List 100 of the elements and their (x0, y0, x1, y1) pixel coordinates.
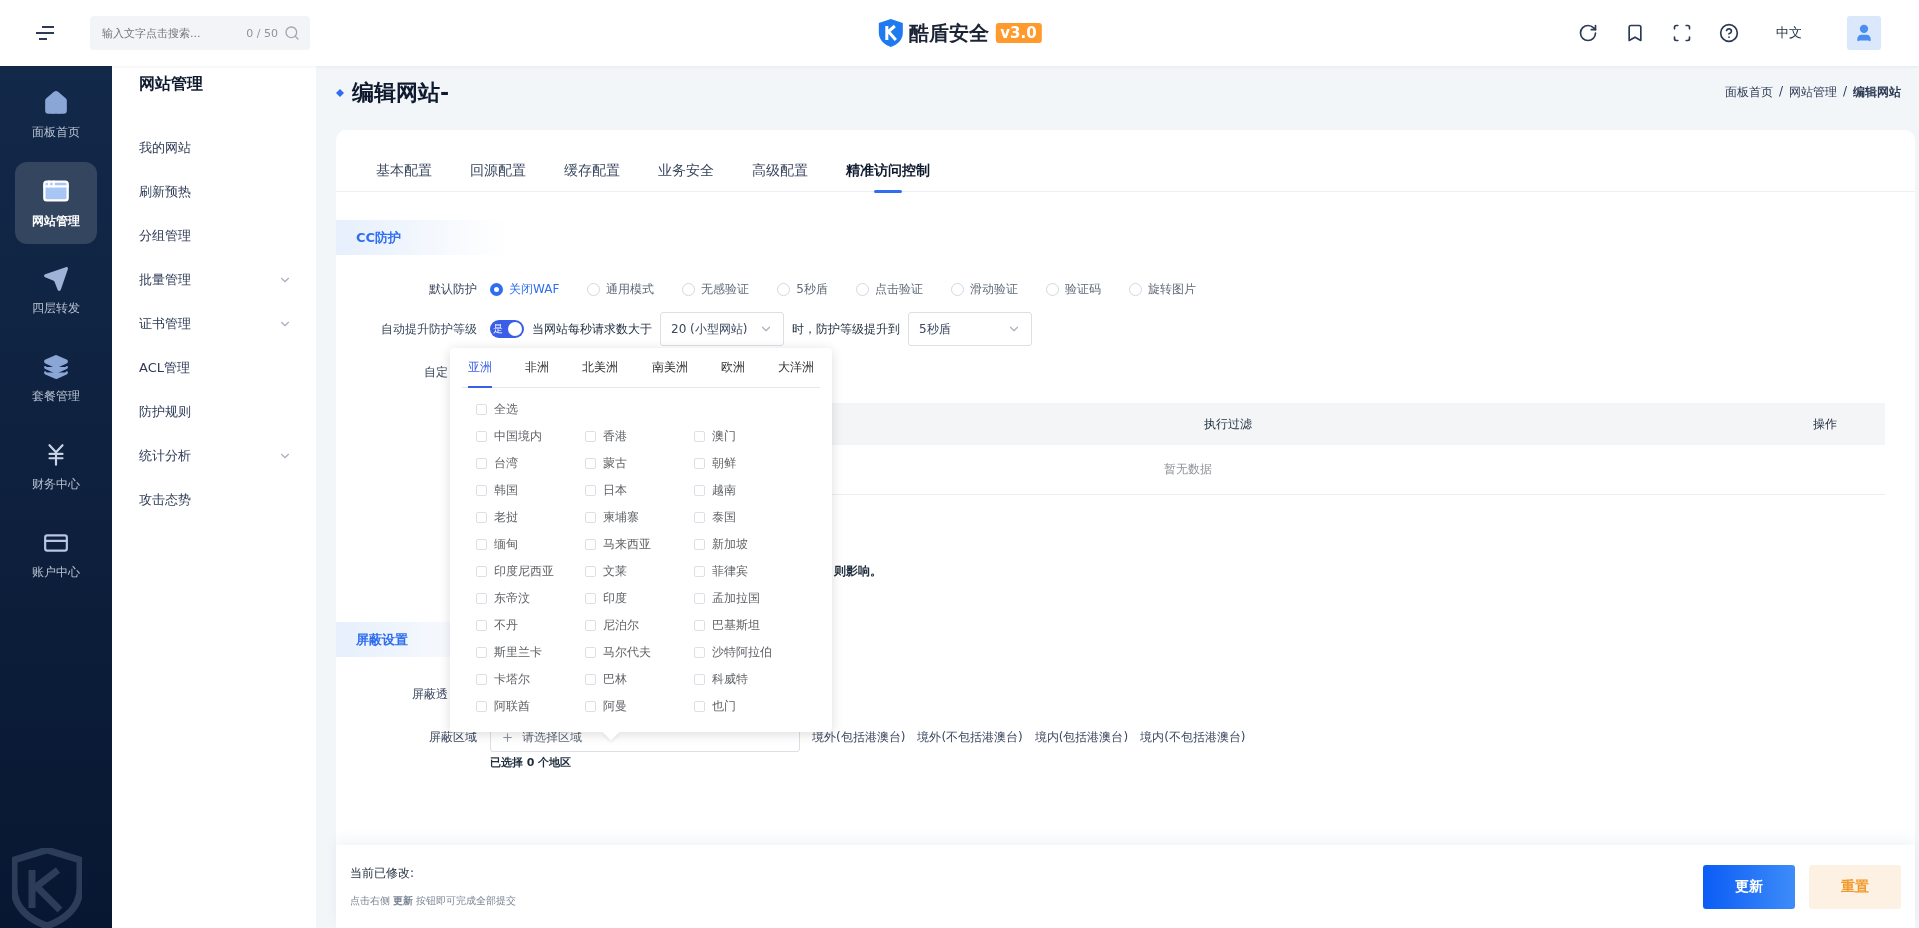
tab[interactable]: 缓存配置 (544, 130, 639, 192)
avatar-button[interactable] (1847, 16, 1881, 50)
quick-select-link[interactable]: 境内(包括港澳台) (1034, 728, 1129, 746)
subnav-item[interactable]: 统计分析 (139, 434, 316, 478)
region-checkbox[interactable]: 柬埔寨 (585, 508, 694, 526)
region-checkbox[interactable]: 印度 (585, 589, 694, 607)
region-checkbox[interactable]: 泰国 (694, 508, 820, 526)
subnav-item[interactable]: ACL管理 (139, 346, 316, 390)
radio-option[interactable]: 滑动验证 (950, 280, 1018, 298)
sidebar-item[interactable]: 套餐管理 (15, 338, 97, 420)
continent-tab[interactable]: 非洲 (525, 348, 550, 388)
continent-tab[interactable]: 北美洲 (582, 348, 619, 388)
quick-select-link[interactable]: 境外(不包括港澳台) (917, 728, 1023, 746)
tab[interactable]: 回源配置 (450, 130, 545, 192)
sidebar-item[interactable]: 财务中心 (15, 426, 97, 508)
subnav-item[interactable]: 攻击态势 (139, 478, 316, 522)
region-checkbox[interactable]: 印度尼西亚 (476, 562, 585, 580)
region-checkbox[interactable]: 朝鲜 (694, 454, 820, 472)
user-icon (1854, 23, 1874, 43)
field-label: 自定 (423, 363, 448, 381)
sidebar-item[interactable]: 账户中心 (15, 514, 97, 596)
radio-option[interactable]: 无感验证 (682, 280, 750, 298)
select-all-checkbox[interactable]: 全选 (476, 400, 820, 418)
region-checkbox[interactable]: 也门 (694, 697, 820, 715)
level-select[interactable]: 5秒盾 (908, 312, 1032, 346)
breadcrumb-link[interactable]: 面板首页 (1724, 84, 1773, 101)
language-menu[interactable]: 中文 (1776, 24, 1802, 42)
subnav-item[interactable]: 证书管理 (139, 302, 316, 346)
tab[interactable]: 基本配置 (356, 130, 451, 192)
subnav-item[interactable]: 防护规则 (139, 390, 316, 434)
breadcrumb-link[interactable]: 网站管理 (1788, 84, 1837, 101)
region-checkbox[interactable]: 巴基斯坦 (694, 616, 820, 634)
region-checkbox[interactable]: 马尔代夫 (585, 643, 694, 661)
radio-option[interactable]: 验证码 (1045, 280, 1101, 298)
region-checkbox[interactable]: 日本 (585, 481, 694, 499)
continent-tab[interactable]: 大洋洲 (777, 348, 814, 388)
bookmark-icon[interactable] (1625, 23, 1645, 43)
region-checkbox[interactable]: 越南 (694, 481, 820, 499)
plus-icon (501, 730, 514, 744)
subnav-item[interactable]: 刷新预热 (139, 170, 316, 214)
subnav-item[interactable]: 批量管理 (139, 258, 316, 302)
region-checkbox[interactable]: 中国境内 (476, 427, 585, 445)
selection-count: 已选择 0 个地区 (490, 755, 573, 770)
subnav-item[interactable]: 我的网站 (139, 126, 316, 170)
quick-select-link[interactable]: 境内(不包括港澳台) (1140, 728, 1246, 746)
region-checkbox[interactable]: 老挝 (476, 508, 585, 526)
continent-tab[interactable]: 南美洲 (651, 348, 688, 388)
region-checkbox[interactable]: 东帝汶 (476, 589, 585, 607)
region-checkbox[interactable]: 孟加拉国 (694, 589, 820, 607)
subnav-title: 网站管理 (139, 74, 204, 95)
update-button[interactable]: 更新 (1703, 864, 1795, 909)
region-checkbox[interactable]: 香港 (585, 427, 694, 445)
radio-option[interactable]: 点击验证 (855, 280, 923, 298)
region-checkbox[interactable]: 台湾 (476, 454, 585, 472)
region-checkbox[interactable]: 尼泊尔 (585, 616, 694, 634)
sidebar-item[interactable]: 面板首页 (15, 74, 97, 156)
region-checkbox[interactable]: 韩国 (476, 481, 585, 499)
region-checkbox[interactable]: 沙特阿拉伯 (694, 643, 820, 661)
continent-tab[interactable]: 亚洲 (468, 348, 492, 388)
breadcrumb-current: 编辑网站 (1853, 84, 1901, 101)
region-checkbox[interactable]: 巴林 (585, 670, 694, 688)
refresh-icon[interactable] (1578, 23, 1598, 43)
shield-logo-icon (877, 18, 904, 48)
region-checkbox[interactable]: 阿曼 (585, 697, 694, 715)
help-icon[interactable] (1719, 23, 1739, 43)
quick-select-link[interactable]: 境外(包括港澳台) (812, 728, 906, 746)
fullscreen-icon[interactable] (1672, 23, 1692, 43)
diamond-icon (336, 89, 344, 97)
radio-option[interactable]: 5秒盾 (777, 280, 828, 298)
empty-text: 暂无数据 (1163, 461, 1212, 478)
footer-hint: 点击右侧 更新 按钮即可完成全部提交 (350, 894, 517, 908)
breadcrumb-separator: / (1778, 84, 1783, 100)
toggle-switch[interactable]: 是 (490, 320, 524, 338)
region-checkbox[interactable]: 文莱 (585, 562, 694, 580)
region-checkbox[interactable]: 卡塔尔 (476, 670, 585, 688)
radio-option[interactable]: 通用模式 (587, 280, 655, 298)
threshold-select[interactable]: 20 (小型网站) (660, 312, 784, 346)
tab[interactable]: 精准访问控制 (826, 130, 949, 192)
tab[interactable]: 高级配置 (732, 130, 827, 192)
subnav-item[interactable]: 分组管理 (139, 214, 316, 258)
note-text: 则影响。 (834, 563, 883, 580)
radio-option[interactable]: 关闭WAF (490, 280, 560, 298)
region-checkbox[interactable]: 菲律宾 (694, 562, 820, 580)
sidebar-item[interactable]: 网站管理 (15, 162, 97, 244)
region-checkbox[interactable]: 澳门 (694, 427, 820, 445)
search-input[interactable]: 输入文字点击搜索... (100, 25, 241, 41)
region-checkbox[interactable]: 蒙古 (585, 454, 694, 472)
continent-tab[interactable]: 欧洲 (720, 348, 745, 388)
menu-icon[interactable] (36, 26, 54, 40)
sidebar-item[interactable]: 四层转发 (15, 250, 97, 332)
region-checkbox[interactable]: 马来西亚 (585, 535, 694, 553)
tab[interactable]: 业务安全 (638, 130, 733, 192)
region-checkbox[interactable]: 新加坡 (694, 535, 820, 553)
brand-name: 酷盾安全 (909, 19, 990, 47)
home-icon (43, 89, 69, 116)
region-checkbox[interactable]: 阿联酋 (476, 697, 585, 715)
radio-option[interactable]: 旋转图片 (1128, 280, 1196, 298)
region-checkbox[interactable]: 缅甸 (476, 535, 585, 553)
region-checkbox[interactable]: 科威特 (694, 670, 820, 688)
version-badge: v3.0 (995, 23, 1042, 43)
